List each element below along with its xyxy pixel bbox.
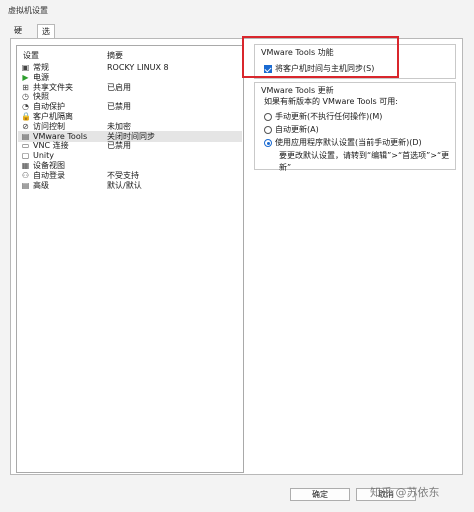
snapshot-icon: ◷ [22,92,29,102]
tab-options[interactable]: 选项 [37,24,55,49]
vmware-tools-icon: ▤ [21,131,30,141]
access-control-icon: ⊘ [22,121,29,131]
update-prompt: 如果有新版本的 VMware Tools 可用: [264,97,398,106]
highlight-box [242,36,399,78]
radio-auto-update[interactable] [264,126,272,134]
tools-update-title: VMware Tools 更新 [261,86,334,95]
settings-list[interactable]: 设置 摘要 ▣ 常规 ROCKY LINUX 8 ▶ 电源 ⊞ 共享文件夹 已启用 ◷ 快照 ◔ 自动… [16,45,244,473]
lock-icon: 🔒 [21,112,31,121]
device-view-icon: ▦ [21,161,30,170]
list-item[interactable]: ▤ 高级 默认/默认 [18,180,242,191]
tab-hardware[interactable]: 硬件 [10,24,26,48]
window-title: 虚拟机设置 [8,6,48,15]
unity-icon: ▢ [21,151,30,161]
general-icon: ▣ [21,63,30,72]
radio-auto-update-label[interactable]: 自动更新(A) [275,124,319,136]
autologin-icon: ⚇ [21,170,30,180]
advanced-icon: ▤ [21,180,30,190]
column-header-summary: 摘要 [107,51,123,60]
update-note: 要更改默认设置，请转到“编辑”>“首选项”>“更新” [279,151,450,172]
ok-button[interactable]: 确定 [290,488,350,501]
power-play-icon: ▶ [22,72,29,82]
tools-update-group: VMware Tools 更新 如果有新版本的 VMware Tools 可用:… [254,82,456,172]
list-item-summary: 默认/默认 [107,180,142,190]
radio-default-update-label[interactable]: 使用应用程序默认设置(当前手动更新)(D) [275,137,422,149]
radio-manual-update[interactable] [264,113,272,121]
radio-default-update[interactable] [264,139,272,147]
watermark: 知乎 @苏依东 [370,486,440,499]
autoprotect-icon: ◔ [22,102,29,112]
title-bar: 虚拟机设置 [0,0,474,20]
column-header-setting: 设置 [23,51,39,60]
list-item-name: 高级 [33,180,49,190]
radio-manual-update-label[interactable]: 手动更新(不执行任何操作)(M) [275,111,382,123]
vnc-icon: ▭ [21,141,30,151]
shared-folder-icon: ⊞ [22,82,29,92]
